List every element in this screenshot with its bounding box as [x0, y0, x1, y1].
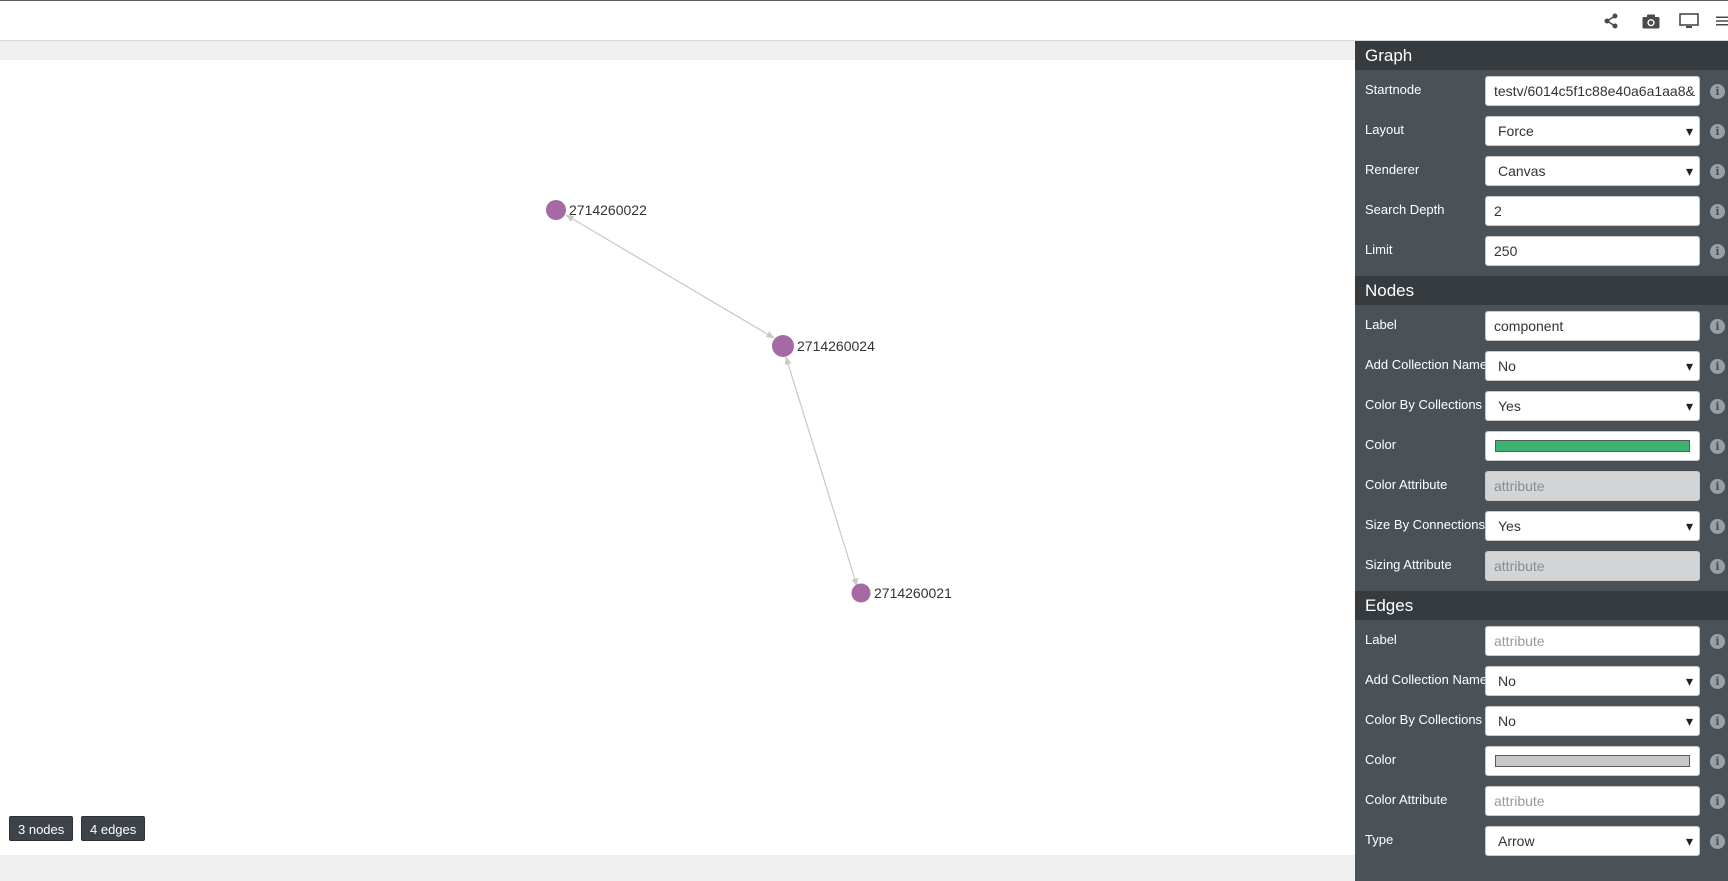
node-label: 2714260022 [569, 202, 647, 218]
info-icon[interactable]: i [1710, 754, 1725, 769]
edge-color-swatch[interactable] [1495, 755, 1690, 767]
node-color-label: Color [1365, 437, 1397, 452]
edge-type-row: Type Arrow i [1355, 820, 1728, 860]
info-icon[interactable]: i [1710, 519, 1725, 534]
edge-count-badge: 4 edges [81, 816, 146, 841]
size-by-connections-select[interactable]: Yes [1485, 511, 1700, 541]
info-icon[interactable]: i [1710, 479, 1725, 494]
node-label-row: Label component i [1355, 305, 1728, 345]
sizing-attribute-input[interactable]: attribute [1485, 551, 1700, 581]
search-depth-input[interactable]: 2 [1485, 196, 1700, 226]
node-color-attribute-label: Color Attribute [1365, 477, 1448, 492]
edge-add-collection-row: Add Collection Name No i [1355, 660, 1728, 700]
edge-type-select[interactable]: Arrow [1485, 826, 1700, 856]
size-by-connections-row: Size By Connections Yes i [1355, 505, 1728, 545]
node-color-attribute-row: Color Attribute attribute i [1355, 465, 1728, 505]
canvas-top-strip [0, 41, 1355, 60]
info-icon[interactable]: i [1710, 834, 1725, 849]
limit-label: Limit [1365, 242, 1393, 257]
node-color-by-collections-select[interactable]: Yes [1485, 391, 1700, 421]
node-add-collection-label: Add Collection Name [1365, 357, 1488, 372]
edge-add-collection-label: Add Collection Name [1365, 672, 1488, 687]
layout-label: Layout [1365, 122, 1405, 137]
node-color-by-collections-row: Color By Collections Yes i [1355, 385, 1728, 425]
graph-node[interactable] [851, 583, 871, 603]
edge-color-attribute-label: Color Attribute [1365, 792, 1448, 807]
section-title-graph: Graph [1355, 41, 1728, 70]
renderer-label: Renderer [1365, 162, 1420, 177]
info-icon[interactable]: i [1710, 359, 1725, 374]
edge-color-label: Color [1365, 752, 1397, 767]
node-add-collection-row: Add Collection Name No i [1355, 345, 1728, 385]
info-icon[interactable]: i [1710, 244, 1725, 259]
settings-panel: Graph Startnode testv/6014c5f1c88e40a6a1… [1355, 41, 1728, 881]
node-color-attribute-input[interactable]: attribute [1485, 471, 1700, 501]
info-icon[interactable]: i [1710, 124, 1725, 139]
graph-edge [785, 356, 858, 587]
edge-type-label: Type [1365, 832, 1394, 847]
edge-color-by-collections-select[interactable]: No [1485, 706, 1700, 736]
startnode-label: Startnode [1365, 82, 1422, 97]
camera-icon[interactable] [1640, 11, 1662, 31]
info-icon[interactable]: i [1710, 634, 1725, 649]
graph-canvas[interactable]: 2714260022 2714260024 2714260021 [0, 41, 1355, 881]
node-count-badge: 3 nodes [9, 816, 74, 841]
node-label-label: Label [1365, 317, 1397, 332]
size-by-connections-label: Size By Connections [1365, 517, 1485, 532]
edge-add-collection-select[interactable]: No [1485, 666, 1700, 696]
edge-color-row: Color i [1355, 740, 1728, 780]
node-color-swatch[interactable] [1495, 440, 1690, 452]
node-color-row: Color i [1355, 425, 1728, 465]
edge-label-label: Label [1365, 632, 1397, 647]
info-icon[interactable]: i [1710, 714, 1725, 729]
sizing-attribute-label: Sizing Attribute [1365, 557, 1452, 572]
edge-color-by-collections-row: Color By Collections No i [1355, 700, 1728, 740]
edge-label-input[interactable]: attribute [1485, 626, 1700, 656]
edge-color-picker[interactable] [1485, 746, 1700, 776]
node-add-collection-select[interactable]: No [1485, 351, 1700, 381]
startnode-row: Startnode testv/6014c5f1c88e40a6a1aa8& i [1355, 70, 1728, 110]
node-label: 2714260021 [874, 585, 952, 601]
section-title-edges: Edges [1355, 591, 1728, 620]
layout-select[interactable]: Force [1485, 116, 1700, 146]
edge-color-attribute-row: Color Attribute attribute i [1355, 780, 1728, 820]
share-icon[interactable] [1600, 11, 1622, 31]
info-icon[interactable]: i [1710, 794, 1725, 809]
info-icon[interactable]: i [1710, 84, 1725, 99]
section-title-nodes: Nodes [1355, 276, 1728, 305]
renderer-select[interactable]: Canvas [1485, 156, 1700, 186]
info-icon[interactable]: i [1710, 399, 1725, 414]
search-depth-label: Search Depth [1365, 202, 1445, 217]
info-icon[interactable]: i [1710, 204, 1725, 219]
graph-edge [565, 214, 775, 339]
startnode-input[interactable]: testv/6014c5f1c88e40a6a1aa8& [1485, 76, 1700, 106]
graph-node[interactable] [546, 200, 566, 220]
search-depth-row: Search Depth 2 i [1355, 190, 1728, 230]
info-icon[interactable]: i [1710, 439, 1725, 454]
info-icon[interactable]: i [1710, 674, 1725, 689]
top-toolbar [0, 0, 1728, 41]
limit-input[interactable]: 250 [1485, 236, 1700, 266]
renderer-row: Renderer Canvas i [1355, 150, 1728, 190]
menu-icon[interactable] [1716, 11, 1728, 31]
graph-svg[interactable]: 2714260022 2714260024 2714260021 [0, 60, 1355, 855]
node-color-picker[interactable] [1485, 431, 1700, 461]
layout-row: Layout Force i [1355, 110, 1728, 150]
edge-color-attribute-input[interactable]: attribute [1485, 786, 1700, 816]
info-icon[interactable]: i [1710, 559, 1725, 574]
graph-node[interactable] [772, 335, 794, 357]
edge-color-by-collections-label: Color By Collections [1365, 712, 1483, 727]
node-label-input[interactable]: component [1485, 311, 1700, 341]
sizing-attribute-row: Sizing Attribute attribute i [1355, 545, 1728, 585]
limit-row: Limit 250 i [1355, 230, 1728, 270]
info-icon[interactable]: i [1710, 164, 1725, 179]
node-label: 2714260024 [797, 338, 875, 354]
info-icon[interactable]: i [1710, 319, 1725, 334]
canvas-bottom-strip [0, 855, 1355, 881]
node-color-by-collections-label: Color By Collections [1365, 397, 1483, 412]
monitor-icon[interactable] [1678, 11, 1700, 31]
edge-label-row: Label attribute i [1355, 620, 1728, 660]
